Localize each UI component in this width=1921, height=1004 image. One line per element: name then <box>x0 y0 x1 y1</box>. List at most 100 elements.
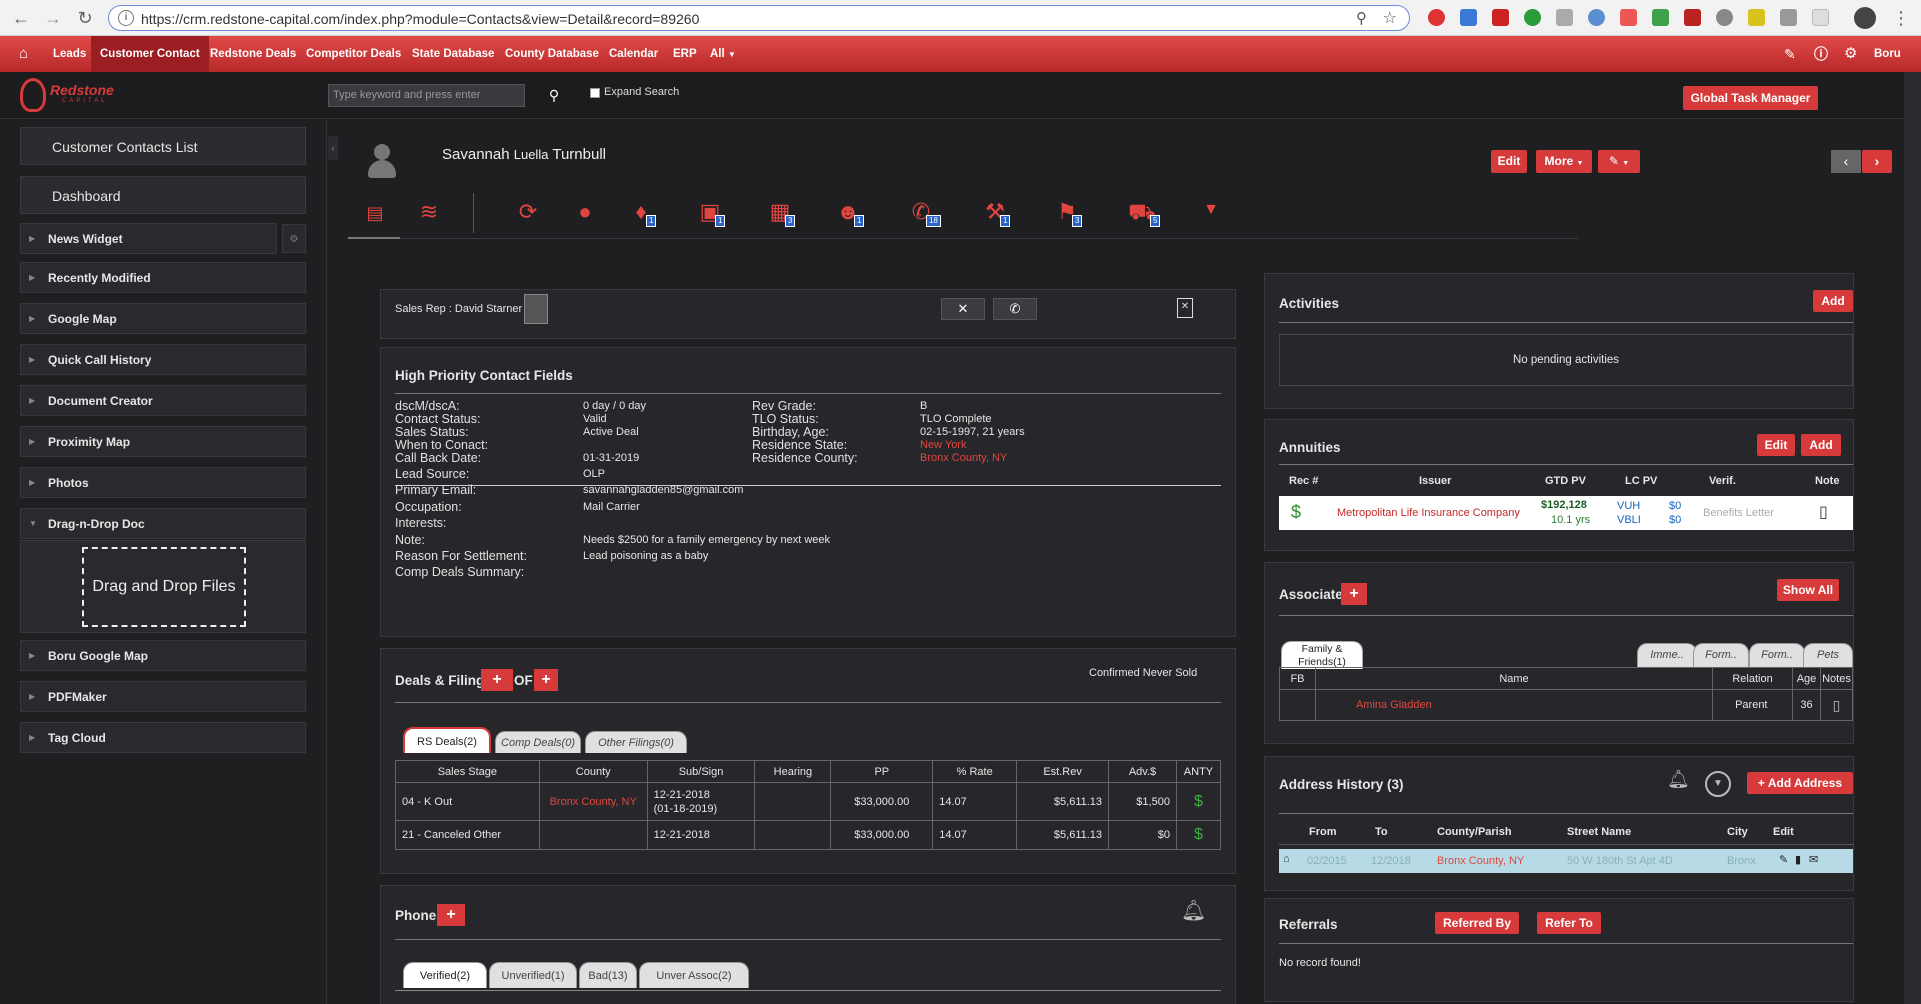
widget-proximity-map[interactable]: ▶ Proximity Map <box>20 426 306 457</box>
widget-photos[interactable]: ▶ Photos <box>20 467 306 498</box>
widget-google-map[interactable]: ▶ Google Map <box>20 303 306 334</box>
contact-card-icon[interactable]: ▤ <box>360 203 390 224</box>
add-address-button[interactable]: + Add Address <box>1747 772 1853 794</box>
tab-pets[interactable]: Pets <box>1803 643 1853 667</box>
sidebar-collapse-toggle[interactable]: ‹ <box>328 136 338 160</box>
add-of-button[interactable]: + <box>534 669 558 691</box>
money-bag-icon[interactable]: $ <box>1291 502 1301 523</box>
extension-icon[interactable] <box>1556 9 1573 26</box>
user-menu[interactable]: Boru <box>1865 36 1910 72</box>
tab-bad[interactable]: Bad(13) <box>579 962 637 988</box>
edit-button[interactable]: Edit <box>1491 150 1527 173</box>
nav-competitor-deals[interactable]: Competitor Deals <box>297 36 410 72</box>
global-task-manager-button[interactable]: Global Task Manager <box>1683 86 1818 110</box>
adblock-extension-icon[interactable] <box>1428 9 1445 26</box>
widget-boru-google-map[interactable]: ▶ Boru Google Map <box>20 640 306 671</box>
bookmark-star-icon[interactable]: ☆ <box>1383 8 1397 28</box>
table-row[interactable]: 21 - Canceled Other 12-21-2018 $33,000.0… <box>395 820 1222 850</box>
county-link[interactable]: Bronx County, NY <box>1437 855 1524 867</box>
tab-unverified[interactable]: Unverified(1) <box>489 962 577 988</box>
calendar-check-icon[interactable]: ▣ 1 <box>695 199 726 227</box>
issuer-link[interactable]: Metropolitan Life Insurance Company <box>1337 507 1520 519</box>
add-phone-button[interactable]: + <box>437 904 465 926</box>
nav-state-database[interactable]: State Database <box>403 36 503 72</box>
layers-icon[interactable]: ≋ <box>414 199 444 225</box>
nav-all[interactable]: All ▼ <box>701 36 745 72</box>
clipboard-icon[interactable]: ▯ <box>1819 689 1854 721</box>
truck-icon[interactable]: ⛟ 5 <box>1124 199 1161 228</box>
people-icon[interactable]: ☻ 1 <box>830 199 866 227</box>
table-row[interactable]: ⌂ 02/2015 12/2018 Bronx County, NY 50 W … <box>1279 849 1853 873</box>
widget-quick-call-history[interactable]: ▶ Quick Call History <box>20 344 306 375</box>
tools-dropdown-button[interactable]: ✎ ▼ <box>1598 150 1640 173</box>
scrollbar[interactable] <box>1904 72 1921 1004</box>
widget-news[interactable]: ▶ News Widget <box>20 223 277 254</box>
address-bar[interactable]: i https://crm.redstone-capital.com/index… <box>108 5 1410 31</box>
previous-record-button[interactable]: ‹ <box>1831 150 1861 173</box>
nav-erp[interactable]: ERP <box>664 36 706 72</box>
widget-document-creator[interactable]: ▶ Document Creator <box>20 385 306 416</box>
nav-county-database[interactable]: County Database <box>496 36 608 72</box>
info-icon[interactable]: i <box>118 10 134 26</box>
add-activity-button[interactable]: Add <box>1813 290 1853 312</box>
home-icon[interactable]: ⌂ <box>10 36 37 72</box>
money-bag-icon[interactable]: $ <box>1175 820 1222 850</box>
envelope-icon[interactable]: ✉ <box>1809 853 1818 866</box>
documents-icon[interactable]: ▦ 3 <box>765 199 796 227</box>
refresh-icon[interactable]: ⟳ <box>513 199 543 225</box>
next-record-button[interactable]: › <box>1862 150 1892 173</box>
sidebar-customer-contacts-list[interactable]: Customer Contacts List <box>20 127 306 165</box>
phone-icon[interactable]: ✆ 18 <box>906 199 941 227</box>
tab-family-friends[interactable]: Family & Friends(1) <box>1281 641 1363 669</box>
extension-icon[interactable] <box>1524 9 1541 26</box>
more-tabs-chevron-icon[interactable]: ▼ <box>1196 201 1226 219</box>
drop-zone[interactable]: Drag and Drop Files <box>82 547 246 627</box>
export-document-icon[interactable]: ✕ <box>1177 298 1193 318</box>
sidebar-dashboard[interactable]: Dashboard <box>20 176 306 214</box>
extension-icon[interactable] <box>1812 9 1829 26</box>
tab-former-2[interactable]: Form.. <box>1749 643 1805 667</box>
pencil-icon[interactable]: ✎ <box>1779 853 1788 866</box>
browser-menu-icon[interactable]: ⋮ <box>1890 7 1912 29</box>
extension-icon[interactable] <box>1492 9 1509 26</box>
more-button[interactable]: More ▼ <box>1536 150 1592 173</box>
brush-icon[interactable]: ✎ <box>1775 36 1805 72</box>
extension-icon[interactable] <box>1716 9 1733 26</box>
add-associate-button[interactable]: + <box>1341 583 1367 605</box>
tab-rs-deals[interactable]: RS Deals(2) <box>403 727 491 753</box>
forward-icon[interactable]: → <box>42 7 64 29</box>
table-row[interactable]: $ Metropolitan Life Insurance Company $1… <box>1279 496 1853 530</box>
bell-icon[interactable]: 🔔︎ <box>1667 769 1690 790</box>
nav-calendar[interactable]: Calendar <box>600 36 667 72</box>
search-input[interactable]: Type keyword and press enter <box>328 84 525 107</box>
extension-icon[interactable] <box>1460 9 1477 26</box>
tab-other-filings[interactable]: Other Filings(0) <box>585 731 687 753</box>
back-icon[interactable]: ← <box>10 7 32 29</box>
comment-icon[interactable]: ● <box>570 199 600 225</box>
nav-leads[interactable]: Leads <box>44 36 95 72</box>
redstone-logo-icon[interactable] <box>20 78 46 112</box>
table-row[interactable]: Amina Gladden Parent 36 ▯ <box>1279 689 1854 721</box>
reload-icon[interactable]: ↻ <box>74 7 96 29</box>
associate-name-link[interactable]: Amina Gladden <box>1314 689 1714 721</box>
tab-former-1[interactable]: Form.. <box>1693 643 1749 667</box>
extension-icon[interactable] <box>1748 9 1765 26</box>
refer-to-button[interactable]: Refer To <box>1537 912 1601 934</box>
ublock-extension-icon[interactable] <box>1684 9 1701 26</box>
tab-comp-deals[interactable]: Comp Deals(0) <box>495 731 581 753</box>
money-bag-icon[interactable]: ♦ 1 <box>626 199 657 227</box>
widget-settings-icon[interactable]: ⚙ <box>282 224 306 253</box>
search-icon[interactable]: ⚲ <box>527 84 581 107</box>
info-circle-icon[interactable]: ⓘ <box>1805 36 1837 72</box>
show-all-button[interactable]: Show All <box>1777 579 1839 601</box>
profile-avatar[interactable] <box>1854 7 1876 29</box>
add-deal-button[interactable]: + <box>481 669 513 691</box>
call-icon[interactable]: ✆ <box>993 298 1037 320</box>
widget-tag-cloud[interactable]: ▶ Tag Cloud <box>20 722 306 753</box>
table-row[interactable]: 04 - K Out Bronx County, NY 12-21-2018 (0… <box>395 782 1222 821</box>
widget-drag-n-drop-doc[interactable]: ▼ Drag-n-Drop Doc <box>20 508 306 539</box>
edit-annuity-button[interactable]: Edit <box>1757 434 1795 456</box>
zoom-icon[interactable]: ⚲ <box>1356 9 1367 27</box>
settings-gear-icon[interactable]: ⚙ <box>1835 36 1866 72</box>
map-pin-icon[interactable]: ⚑ 3 <box>1052 199 1083 227</box>
